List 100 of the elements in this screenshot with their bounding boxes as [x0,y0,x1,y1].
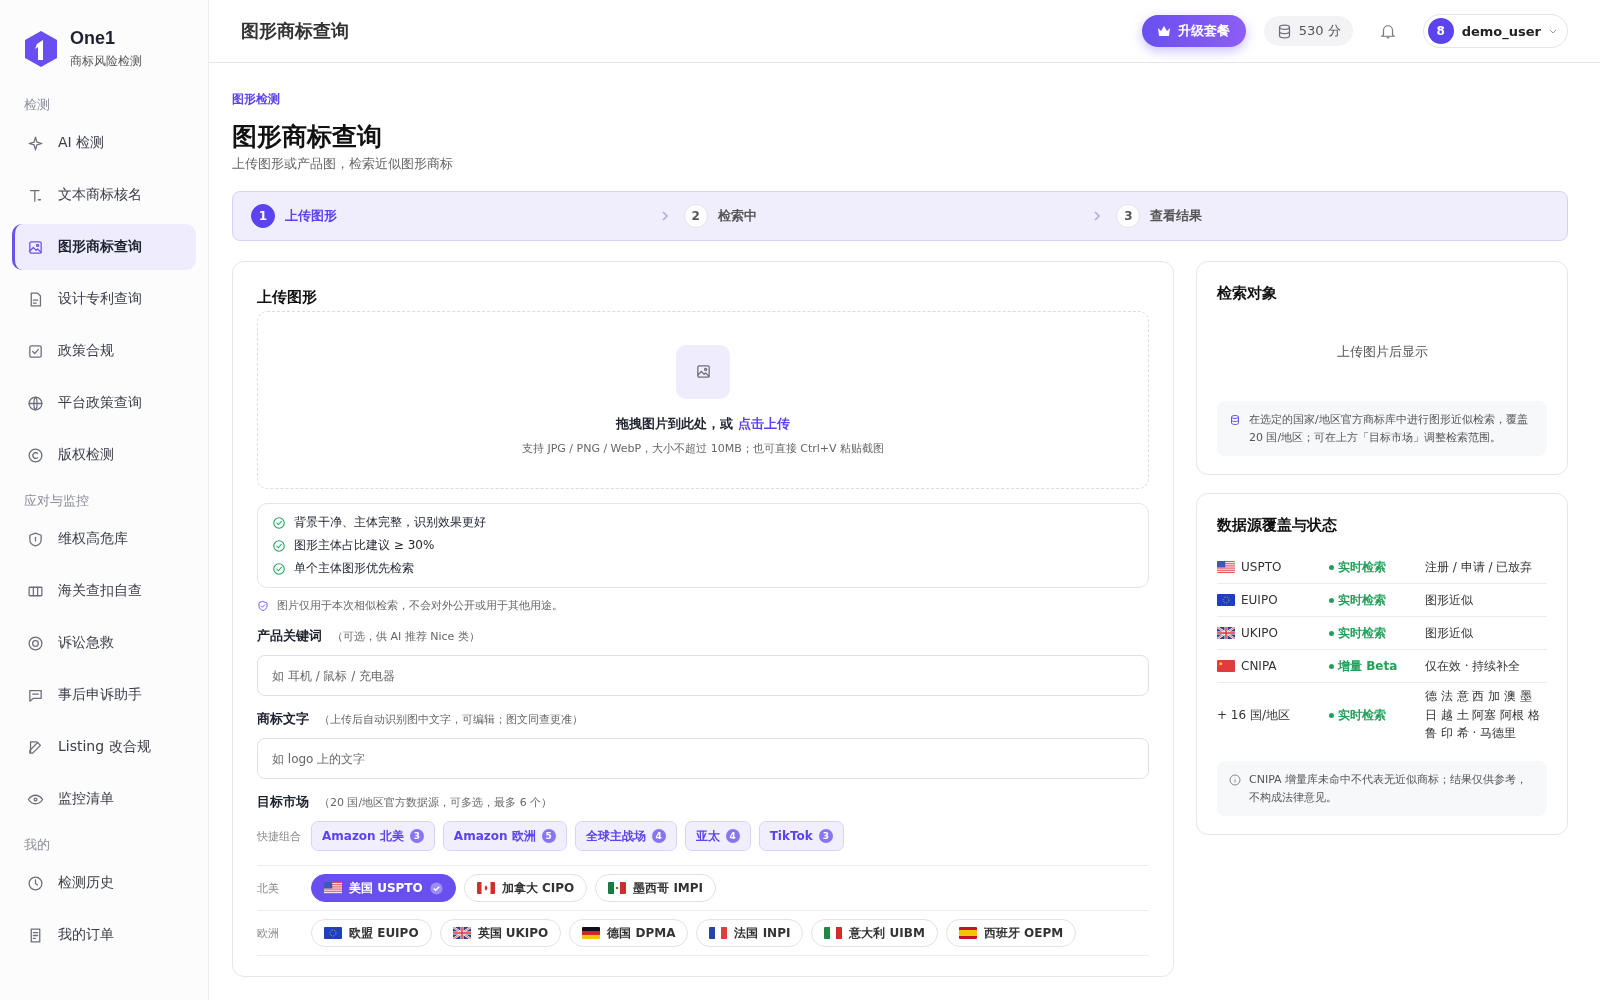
preset-chip[interactable]: Amazon 北美 3 [311,821,435,851]
sidebar-item[interactable]: Listing 改合规 [12,724,196,770]
logo-icon [24,30,58,68]
market-chip[interactable]: 墨西哥 IMPI [595,874,717,902]
brand-name: One1 [70,28,117,49]
preset-chip[interactable]: TikTok 3 [758,821,844,851]
privacy-note: 图片仅用于本次相似检索，不会对外公开或用于其他用途。 [277,598,563,613]
check-circle-icon [272,538,286,553]
scope-text: 日 越 土 阿塞 阿根 格 [1425,706,1542,724]
scope-text: 注册 / 申请 / 已放弃 [1425,558,1534,576]
count-badge: 4 [651,829,666,843]
flag-icon [608,882,627,894]
drop-zone[interactable]: 拖拽图片到此处，或 点击上传 支持 JPG / PNG / WebP，大小不超过 10MB；也可直接 Ctrl+V 粘贴截图 [257,311,1149,489]
notification-icon[interactable] [1378,22,1397,40]
shield-icon [27,530,44,548]
picture-frame-icon [694,363,712,380]
clock-icon [27,874,44,892]
avatar: 8 [1427,18,1454,44]
sidebar-item[interactable]: 海关查扣自查 [12,568,196,614]
preset-chip[interactable]: Amazon 欧洲 5 [442,821,567,851]
step-number: 2 [683,204,708,228]
upgrade-button[interactable]: 升级套餐 [1141,15,1246,47]
market-chip[interactable]: 法国 INPI [696,919,804,947]
breadcrumb[interactable]: 图形检测 [232,91,1568,108]
sidebar-item[interactable]: 平台政策查询 [12,380,196,426]
sidebar-item[interactable]: 版权检测 [12,432,196,478]
sidebar-item[interactable]: 文本商标核名 [12,172,196,218]
sidebar-item[interactable]: 维权高危库 [12,516,196,562]
status-dot [1329,630,1334,636]
flag-icon [582,927,601,939]
card-title: 数据源覆盖与状态 [1217,516,1338,536]
market-chip[interactable]: 欧盟 EUIPO [311,919,432,947]
sidebar-section-title: 我的 [23,836,51,854]
drop-hint: 支持 JPG / PNG / WebP，大小不超过 10MB；也可直接 Ctrl+V 粘贴截图 [521,440,885,456]
flag-icon [476,882,495,894]
market-chip[interactable]: 西班牙 OEPM [945,919,1077,947]
status-text: 增量 Beta [1338,657,1398,675]
crown-icon [1157,26,1170,36]
field-note: （可选，供 AI 推荐 Nice 类） [332,629,480,644]
image-icon [27,238,44,256]
header-title: 图形商标查询 [241,19,350,43]
status-text: 实时检索 [1338,591,1386,609]
info-icon [1229,773,1241,786]
market-chip[interactable]: 意大利 UIBM [811,919,938,947]
market-chip[interactable]: 英国 UKIPO [439,919,562,947]
flag-icon [824,927,843,939]
status-text: 实时检索 [1338,558,1386,576]
market-chip[interactable]: 加拿大 CIPO [463,874,588,902]
shield-icon [257,599,269,612]
source-name: EUIPO [1241,593,1278,608]
scope-text: 德 法 意 西 加 澳 墨 [1425,688,1533,706]
lifebuoy-icon [27,634,44,652]
preset-chip[interactable]: 亚太 4 [684,821,751,851]
count-badge: 5 [541,829,556,843]
count-badge: 3 [409,829,424,843]
empty-state: 上传图片后显示 [1335,343,1429,361]
region-label: 欧洲 [257,925,280,941]
sidebar-item[interactable]: 政策合规 [12,328,196,374]
sidebar-item[interactable]: AI 检测 [12,120,196,166]
chevron-icon [659,211,670,221]
sidebar-item[interactable]: 监控清单 [12,776,196,822]
market-chip[interactable]: 德国 DPMA [569,919,689,947]
status-dot [1329,597,1334,603]
flag-icon [1217,594,1235,607]
step-label: 查看结果 [1150,207,1203,225]
brand-subtitle: 商标风险检测 [70,53,142,70]
count-badge: 4 [725,829,740,843]
count-badge: 3 [818,829,833,843]
check-circle-icon [272,561,286,576]
status-text: 实时检索 [1338,706,1386,724]
preset-chip[interactable]: 全球主战场 4 [574,821,677,851]
source-name: UKIPO [1241,626,1278,641]
sidebar-item[interactable]: 设计专利查询 [12,276,196,322]
database-icon [1229,414,1241,426]
sidebar-item[interactable]: 我的订单 [12,912,196,958]
page-title: 图形商标查询 [232,121,383,153]
status-dot [1329,712,1334,718]
step-number: 3 [1116,204,1141,228]
user-menu[interactable]: 8 demo_user [1422,14,1568,48]
input-field[interactable]: 如 logo 上的文字 [257,738,1149,779]
upload-link[interactable]: 点击上传 [737,415,790,431]
status-text: 实时检索 [1338,624,1386,642]
flag-icon [958,927,977,939]
globe-icon [27,394,44,412]
sidebar-item[interactable]: 检测历史 [12,860,196,906]
sidebar-item[interactable]: 图形商标查询 [12,224,196,270]
flag-icon [324,927,342,939]
note-text: 在选定的国家/地区官方商标库中进行图形近似检索，覆盖 20 国/地区；可在上方「目标市场」调整检索范围。 [1249,412,1529,446]
drop-text: 拖拽图片到此处，或 点击上传 [616,414,790,433]
sparkle-icon [27,134,44,152]
row-label: 快捷组合 [257,828,302,844]
market-chip[interactable]: 美国 USPTO [311,874,456,902]
caret-icon [1549,27,1557,35]
region-label: 北美 [257,880,280,896]
sidebar-item[interactable]: 诉讼急救 [12,620,196,666]
sidebar-item[interactable]: 事后申诉助手 [12,672,196,718]
check-icon [429,881,443,895]
input-field[interactable]: 如 耳机 / 鼠标 / 充电器 [257,655,1149,696]
checkbox-icon [27,342,44,360]
tip-text: 背景干净、主体完整，识别效果更好 [294,514,486,531]
